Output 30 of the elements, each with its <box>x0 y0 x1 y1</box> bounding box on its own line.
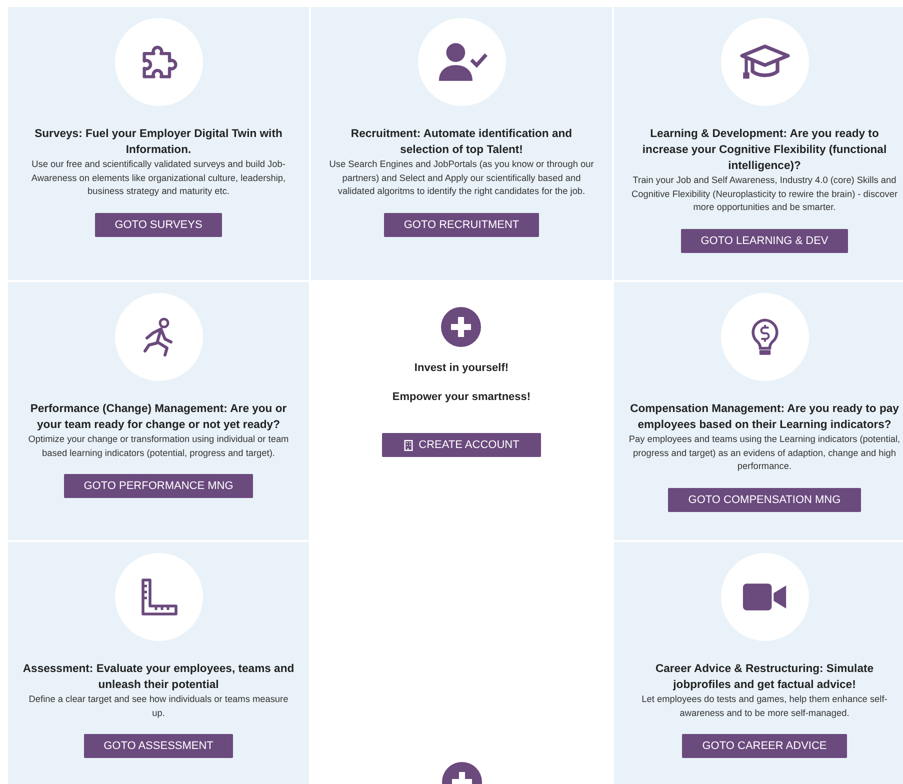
card-title: Recruitment: Automate identification and selection of top Talent! <box>350 127 574 158</box>
goto-button[interactable]: GOTO COMPENSATION MNG <box>668 488 861 512</box>
card-title: Surveys: Fuel your Employer Digital Twin with Information. <box>34 127 284 158</box>
card-description: Use our free and scientifically validated surveys and build Job-Awareness on elements like organizational culture, leadership, business strategy and maturity etc. <box>30 158 287 198</box>
card-description: Define a clear target and see how individuals or teams measure up. <box>28 693 290 720</box>
goto-button[interactable]: GOTO CAREER ADVICE <box>682 734 847 758</box>
goto-button[interactable]: GOTO ASSESSMENT <box>84 734 234 758</box>
plus-icon <box>441 307 482 347</box>
card-description: Optimize your change or transformation using individual or team based learning indicators (potential, progress and target). <box>27 433 290 460</box>
lightbulb-dollar-icon <box>750 317 780 357</box>
card-description: Let employees do tests and games, help them enhance self-awareness and to be more self-managed. <box>640 693 888 720</box>
card-description: Train your Job and Self Awareness, Industry 4.0 (core) Skills and Cognitive Flexibility (Neuroplasticity to rewire the brain) - discover more opportunities and be smarter. <box>630 174 899 214</box>
card-title: Compensation Management: Are you ready to pay employees based on their Learning indicators? <box>629 402 900 433</box>
ruler-icon <box>138 577 178 617</box>
goto-button[interactable]: GOTO SURVEYS <box>94 212 222 236</box>
graduation-cap-icon <box>740 43 790 81</box>
goto-button[interactable]: GOTO LEARNING & DEV <box>680 228 848 252</box>
promo-text: Invest in yourself! <box>414 362 509 374</box>
promo-text: Empower your smartness! <box>392 391 531 403</box>
card-description: Use Search Engines and JobPortals (as you know or through our partners) and Select and Apply our scientifically based and validated algoritms to identify the right candidates for the job. <box>328 158 595 198</box>
create-account-button[interactable]: CREATE ACCOUNT <box>382 433 542 457</box>
goto-button[interactable]: GOTO RECRUITMENT <box>384 212 540 236</box>
card-title: Career Advice & Restructuring: Simulate jobprofiles and get factual advice! <box>654 662 875 693</box>
video-camera-icon <box>742 581 788 613</box>
card-title: Learning & Development: Are you ready to increase your Cognitive Flexibility (functional intelligence)? <box>641 127 888 174</box>
card-title: Assessment: Evaluate your employees, teams and unleash their potential <box>22 662 295 693</box>
goto-button[interactable]: GOTO PERFORMANCE MNG <box>64 474 254 498</box>
building-icon <box>404 440 413 450</box>
card-title: Performance (Change) Management: Are you or your team ready for change or not yet ready? <box>29 402 288 433</box>
card-description: Pay employees and teams using the Learning indicators (potential, progress and target) as an evidens of adaption, change and high performance. <box>628 433 901 473</box>
